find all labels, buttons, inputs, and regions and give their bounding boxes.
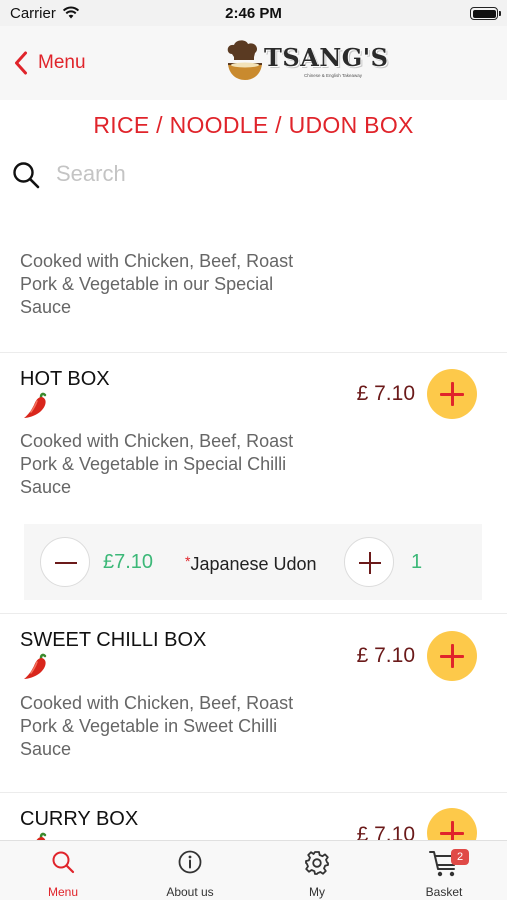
- tab-label: About us: [166, 885, 214, 899]
- navigation-bar: Menu TSANG'S Chinese & English Takeaway: [0, 26, 507, 100]
- menu-item-list[interactable]: Cooked with Chicken, Beef, Roast Pork & …: [0, 212, 507, 840]
- item-price: £ 7.10: [356, 644, 415, 667]
- add-to-basket-button[interactable]: [427, 808, 477, 840]
- item-name: HOT BOX: [20, 368, 110, 390]
- basket-count-badge: 2: [451, 849, 469, 865]
- chef-bowl-icon: [227, 40, 262, 80]
- menu-item: Cooked with Chicken, Beef, Roast Pork & …: [0, 212, 507, 353]
- tab-about-us[interactable]: About us: [127, 841, 253, 900]
- search-bar: [0, 150, 507, 200]
- search-icon: [13, 162, 40, 189]
- page-title: RICE / NOODLE / UDON BOX: [93, 112, 414, 138]
- option-name: *Japanese Udon: [185, 553, 317, 575]
- battery-icon: [470, 7, 501, 20]
- tab-basket[interactable]: 2 Basket: [381, 841, 507, 900]
- option-quantity: 1: [411, 551, 423, 573]
- tab-menu[interactable]: Menu: [0, 841, 126, 900]
- tab-bar: Menu About us My 2 Basket: [0, 840, 507, 900]
- item-description: Cooked with Chicken, Beef, Roast Pork & …: [20, 431, 294, 497]
- tab-label: Basket: [425, 885, 463, 899]
- chevron-left-icon: [15, 51, 27, 75]
- add-to-basket-button[interactable]: [427, 369, 477, 419]
- back-button[interactable]: Menu: [14, 49, 86, 77]
- increase-quantity-button[interactable]: [344, 537, 394, 587]
- logo-wordmark: TSANG'S: [264, 43, 389, 72]
- search-icon: [52, 851, 75, 874]
- item-description: Cooked with Chicken, Beef, Roast Pork & …: [20, 693, 294, 759]
- status-time: 2:46 PM: [225, 5, 282, 22]
- back-button-label: Menu: [38, 52, 86, 73]
- add-to-basket-button[interactable]: [427, 631, 477, 681]
- menu-item: CURRY BOX £ 7.10: [0, 794, 507, 840]
- selected-option-row: £7.10 *Japanese Udon 1: [24, 524, 482, 600]
- logo-subtitle: Chinese & English Takeaway: [304, 73, 362, 78]
- info-icon: [178, 850, 202, 874]
- option-name-label: Japanese Udon: [190, 554, 317, 574]
- option-price: £7.10: [103, 551, 154, 573]
- tab-label: My: [309, 885, 325, 899]
- restaurant-logo: TSANG'S Chinese & English Takeaway: [224, 40, 388, 86]
- item-name: CURRY BOX: [20, 808, 139, 830]
- item-name: SWEET CHILLI BOX: [20, 629, 207, 651]
- item-price: £ 7.10: [356, 382, 415, 405]
- tab-label: Menu: [47, 885, 79, 899]
- decrease-quantity-button[interactable]: [40, 537, 90, 587]
- search-input[interactable]: [56, 156, 486, 192]
- gear-icon: [305, 851, 329, 875]
- tab-my[interactable]: My: [254, 841, 380, 900]
- chili-pepper-icon: [36, 832, 47, 840]
- menu-item: SWEET CHILLI BOX £ 7.10 Cooked with Chic…: [0, 615, 507, 793]
- item-description: Cooked with Chicken, Beef, Roast Pork & …: [20, 251, 294, 317]
- chili-pepper-icon: [24, 392, 47, 418]
- menu-item: HOT BOX £ 7.10 Cooked with Chicken, Beef…: [0, 353, 507, 614]
- item-price: £ 7.10: [356, 823, 415, 840]
- status-bar: Carrier 2:46 PM: [0, 0, 507, 26]
- chili-pepper-icon: [24, 653, 47, 679]
